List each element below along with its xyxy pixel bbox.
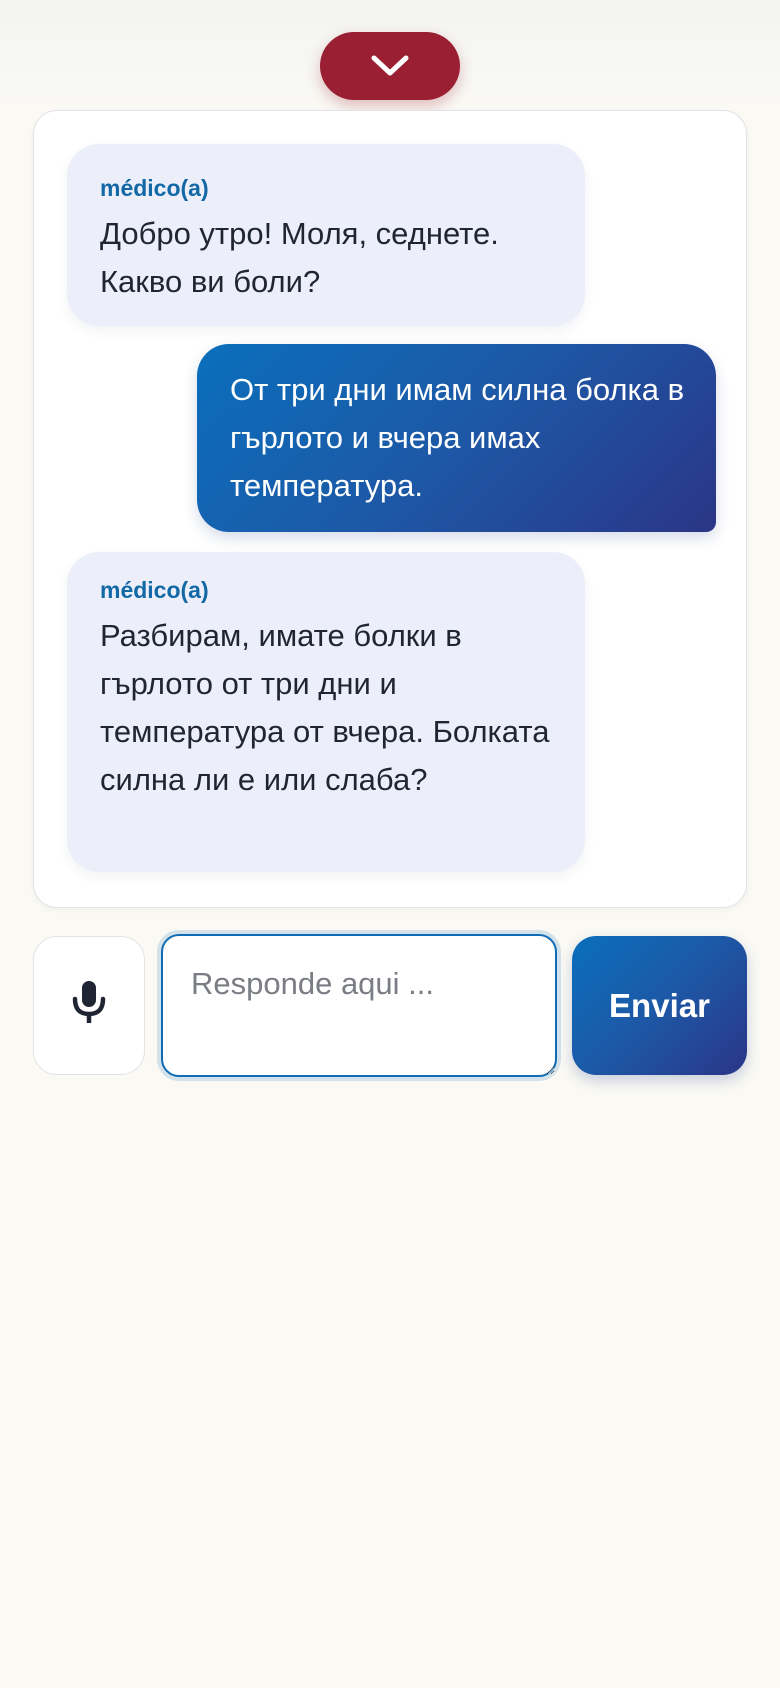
sender-label: médico(a) — [100, 175, 209, 201]
chat-panel: médico(a) Добро утро! Моля, седнете. Как… — [33, 110, 747, 908]
send-button[interactable]: Enviar — [572, 936, 747, 1075]
collapse-button[interactable] — [320, 32, 460, 100]
sender-label: médico(a) — [100, 577, 209, 603]
patient-message: От три дни имам силна болка в гърлото и … — [197, 344, 716, 532]
message-text: От три дни имам силна болка в гърлото и … — [230, 372, 685, 503]
chevron-down-icon — [370, 53, 410, 79]
message-text: Добро утро! Моля, седнете. Какво ви боли… — [100, 216, 499, 299]
microphone-button[interactable] — [33, 936, 145, 1075]
reply-input[interactable] — [161, 934, 557, 1077]
microphone-icon — [71, 980, 107, 1031]
doctor-message: médico(a) Добро утро! Моля, седнете. Как… — [67, 144, 585, 326]
doctor-message: médico(a) Разбирам, имате болки в гърлот… — [67, 552, 585, 872]
message-text: Разбирам, имате болки в гърлото от три д… — [100, 618, 550, 797]
